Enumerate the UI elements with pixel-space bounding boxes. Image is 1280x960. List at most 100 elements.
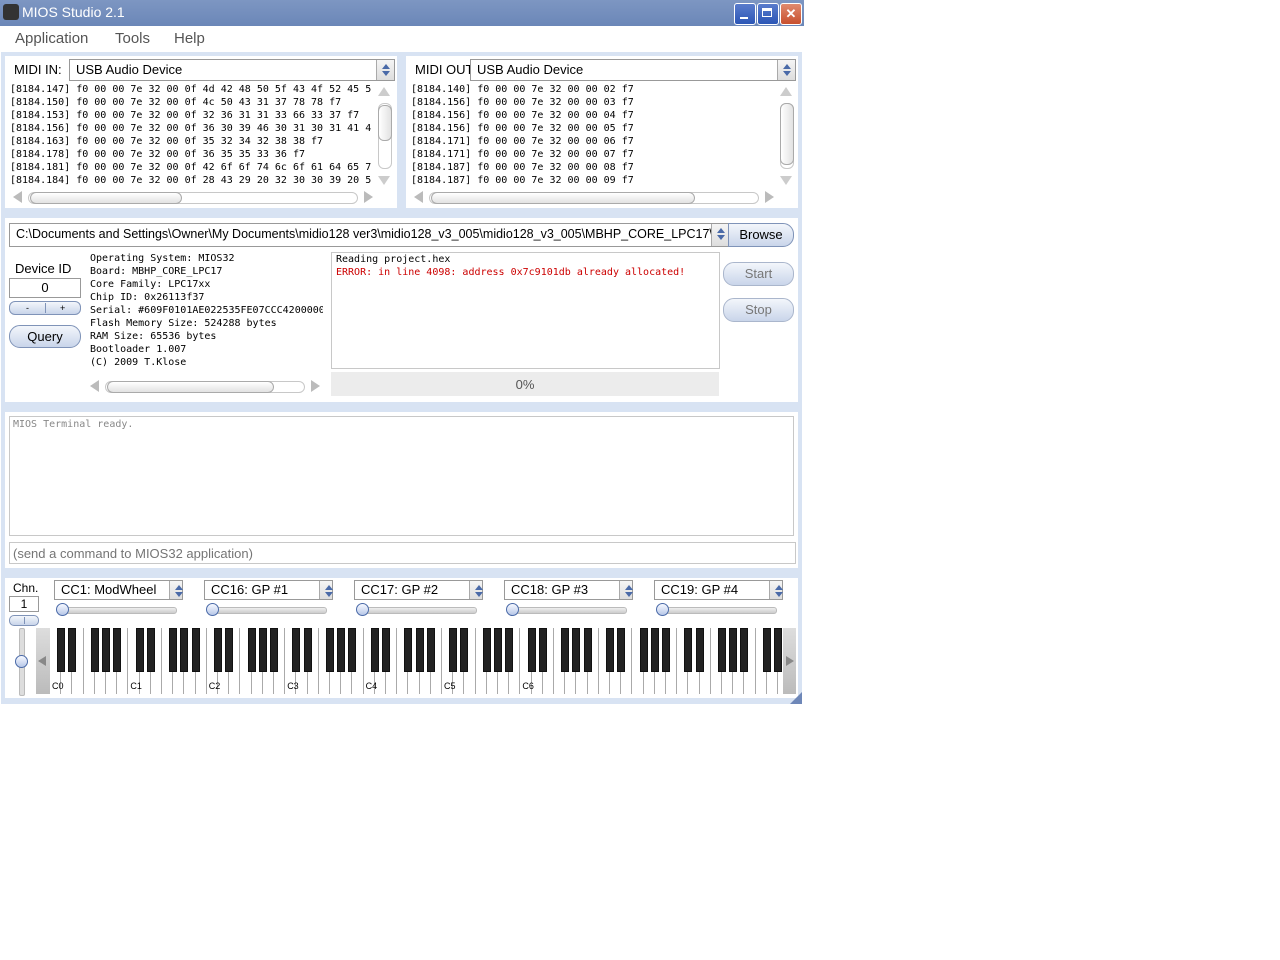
menu-tools[interactable]: Tools: [115, 30, 150, 47]
piano-black-key[interactable]: [102, 628, 110, 672]
hex-file-select[interactable]: C:\Documents and Settings\Owner\My Docum…: [9, 223, 774, 247]
device-info-hscrollbar[interactable]: [87, 379, 323, 393]
device-id-field[interactable]: 0: [9, 278, 81, 298]
piano-black-key[interactable]: [449, 628, 458, 672]
piano-black-key[interactable]: [415, 628, 424, 672]
piano-black-key[interactable]: [348, 628, 357, 672]
piano-black-key[interactable]: [650, 628, 659, 672]
cc-select-3[interactable]: CC18: GP #3: [504, 580, 633, 600]
keyboard-scroll-right[interactable]: [783, 628, 796, 694]
piano-black-key[interactable]: [482, 628, 491, 672]
midi-out-vscrollbar[interactable]: [779, 85, 794, 187]
piano-black-key[interactable]: [606, 628, 614, 672]
menu-help[interactable]: Help: [174, 30, 205, 47]
piano-black-key[interactable]: [505, 628, 514, 672]
piano-black-key[interactable]: [135, 628, 144, 672]
scroll-thumb[interactable]: [431, 192, 695, 204]
maximize-button[interactable]: [757, 3, 779, 25]
device-info-box[interactable]: Operating System: MIOS32 Board: MBHP_COR…: [86, 252, 323, 368]
piano-black-key[interactable]: [258, 628, 267, 672]
piano-black-key[interactable]: [146, 628, 155, 672]
scroll-up-icon[interactable]: [378, 87, 390, 96]
pitch-wheel[interactable]: [15, 628, 28, 696]
cc-select-1[interactable]: CC16: GP #1: [204, 580, 333, 600]
midi-in-vscrollbar[interactable]: [377, 85, 392, 187]
cc-slider-knob[interactable]: [506, 603, 519, 616]
piano-black-key[interactable]: [494, 628, 502, 672]
start-button[interactable]: Start: [723, 262, 794, 286]
cc-slider-knob[interactable]: [206, 603, 219, 616]
piano-black-key[interactable]: [382, 628, 390, 672]
channel-field[interactable]: 1: [9, 596, 39, 612]
piano-black-key[interactable]: [774, 628, 782, 672]
scroll-thumb[interactable]: [378, 105, 392, 141]
terminal-command-input[interactable]: [9, 542, 796, 564]
cc-slider-knob[interactable]: [356, 603, 369, 616]
cc-slider-3[interactable]: [507, 607, 627, 614]
piano-black-key[interactable]: [337, 628, 346, 672]
scroll-left-icon[interactable]: [414, 191, 423, 203]
midi-in-device-select[interactable]: USB Audio Device: [69, 59, 395, 81]
query-button[interactable]: Query: [9, 325, 81, 348]
scroll-up-icon[interactable]: [780, 87, 792, 96]
piano-black-key[interactable]: [718, 628, 726, 672]
piano-black-key[interactable]: [57, 628, 66, 672]
piano-black-key[interactable]: [684, 628, 693, 672]
menu-application[interactable]: Application: [15, 30, 88, 47]
scroll-thumb[interactable]: [30, 192, 182, 204]
cc-slider-1[interactable]: [207, 607, 327, 614]
scroll-right-icon[interactable]: [311, 380, 320, 392]
stepper-minus-button[interactable]: -: [26, 302, 29, 314]
piano-black-key[interactable]: [740, 628, 749, 672]
piano-black-key[interactable]: [404, 628, 413, 672]
piano-black-key[interactable]: [426, 628, 435, 672]
piano-black-key[interactable]: [303, 628, 312, 672]
piano-black-key[interactable]: [729, 628, 738, 672]
browse-button[interactable]: Browse: [728, 223, 794, 247]
scroll-thumb[interactable]: [780, 103, 794, 165]
piano-black-key[interactable]: [561, 628, 570, 672]
piano-black-key[interactable]: [639, 628, 648, 672]
piano-black-key[interactable]: [527, 628, 536, 672]
piano-black-key[interactable]: [68, 628, 77, 672]
keyboard-scroll-left[interactable]: [36, 628, 50, 694]
scroll-left-icon[interactable]: [13, 191, 22, 203]
midi-out-log[interactable]: [8184.140] f0 00 00 7e 32 00 00 02 f7 [8…: [411, 83, 777, 187]
piano-black-key[interactable]: [695, 628, 704, 672]
stop-button[interactable]: Stop: [723, 298, 794, 322]
cc-select-0[interactable]: CC1: ModWheel: [54, 580, 183, 600]
terminal-output[interactable]: MIOS Terminal ready.: [9, 416, 794, 536]
piano-black-key[interactable]: [538, 628, 547, 672]
scroll-down-icon[interactable]: [780, 176, 792, 185]
cc-select-2[interactable]: CC17: GP #2: [354, 580, 483, 600]
piano-black-key[interactable]: [214, 628, 222, 672]
scroll-right-icon[interactable]: [765, 191, 774, 203]
midi-in-hscrollbar[interactable]: [10, 190, 376, 204]
title-bar[interactable]: MIOS Studio 2.1 ✕: [0, 0, 804, 26]
piano-keyboard[interactable]: C0 C1 C2 C3 C4 C5 C6: [50, 628, 783, 694]
scroll-left-icon[interactable]: [90, 380, 99, 392]
piano-black-key[interactable]: [225, 628, 234, 672]
piano-black-key[interactable]: [460, 628, 469, 672]
piano-black-key[interactable]: [270, 628, 278, 672]
midi-in-log[interactable]: [8184.147] f0 00 00 7e 32 00 0f 4d 42 48…: [10, 83, 376, 187]
piano-black-key[interactable]: [191, 628, 200, 672]
cc-slider-knob[interactable]: [56, 603, 69, 616]
piano-black-key[interactable]: [762, 628, 771, 672]
scroll-down-icon[interactable]: [378, 176, 390, 185]
piano-black-key[interactable]: [292, 628, 301, 672]
piano-black-key[interactable]: [617, 628, 626, 672]
midi-out-hscrollbar[interactable]: [411, 190, 777, 204]
close-button[interactable]: ✕: [780, 3, 802, 25]
piano-black-key[interactable]: [90, 628, 99, 672]
resize-grip-icon[interactable]: [790, 692, 802, 704]
channel-stepper[interactable]: [9, 615, 39, 626]
piano-black-key[interactable]: [326, 628, 334, 672]
minimize-button[interactable]: [734, 3, 756, 25]
cc-slider-0[interactable]: [57, 607, 177, 614]
device-id-stepper[interactable]: - +: [9, 301, 81, 315]
piano-black-key[interactable]: [113, 628, 122, 672]
cc-slider-4[interactable]: [657, 607, 777, 614]
piano-black-key[interactable]: [370, 628, 379, 672]
piano-black-key[interactable]: [583, 628, 592, 672]
